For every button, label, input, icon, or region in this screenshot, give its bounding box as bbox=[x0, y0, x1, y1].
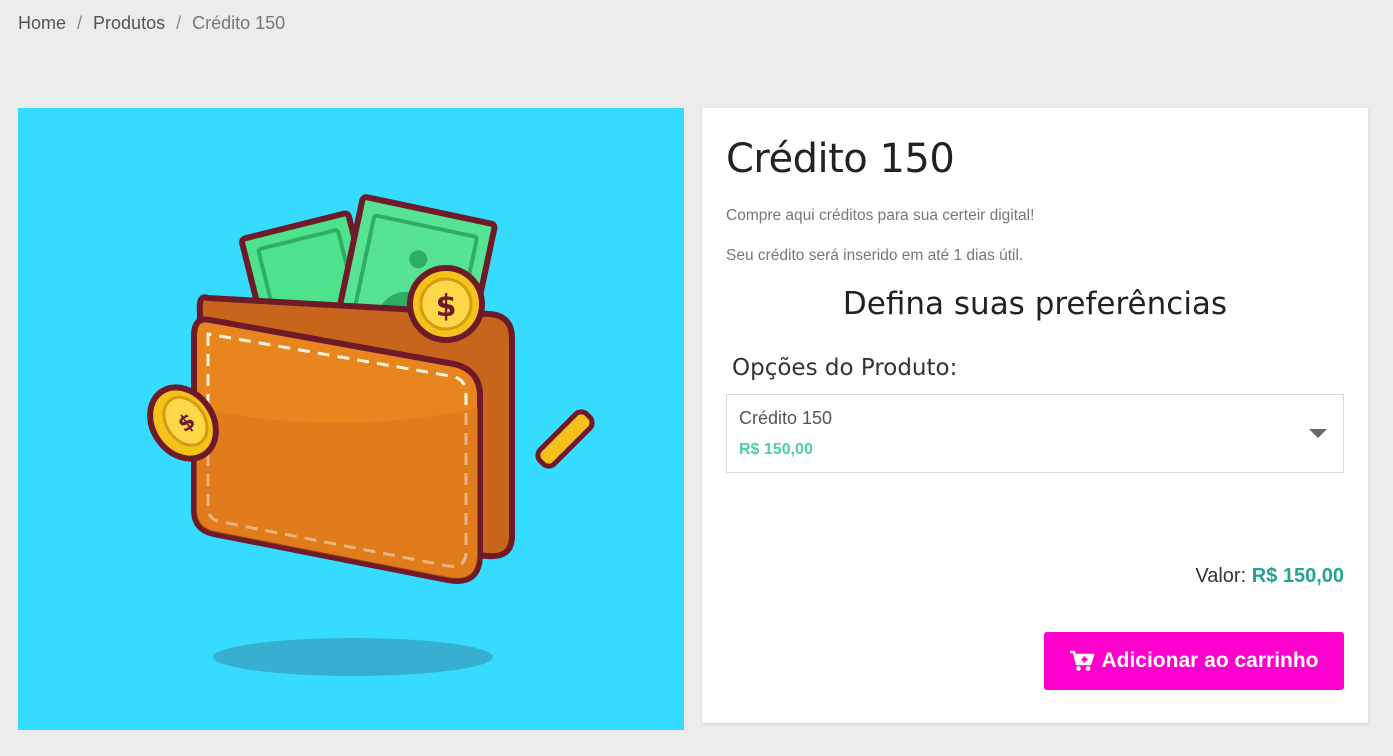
total-label: Valor: bbox=[1195, 565, 1247, 587]
total-value: Valor: R$ 150,00 bbox=[1195, 565, 1344, 588]
selected-option-price: R$ 150,00 bbox=[739, 441, 813, 458]
delivery-info: Seu crédito será inserido em até 1 dias … bbox=[726, 247, 1024, 264]
breadcrumb-separator: / bbox=[77, 13, 83, 33]
chevron-down-icon bbox=[1309, 429, 1327, 438]
product-options-label: Opções do Produto: bbox=[732, 355, 958, 381]
cart-plus-icon bbox=[1069, 650, 1095, 672]
product-title: Crédito 150 bbox=[726, 136, 955, 182]
product-description: Compre aqui créditos para sua certeir di… bbox=[726, 207, 1035, 224]
wallet-illustration-icon: $ $ $ bbox=[147, 194, 595, 676]
svg-text:$: $ bbox=[436, 289, 457, 324]
add-to-cart-button[interactable]: Adicionar ao carrinho bbox=[1044, 632, 1344, 690]
breadcrumb-home-link[interactable]: Home bbox=[18, 13, 66, 34]
product-details-panel: Crédito 150 Compre aqui créditos para su… bbox=[702, 108, 1368, 723]
breadcrumb-separator: / bbox=[176, 13, 182, 33]
preferences-heading: Defina suas preferências bbox=[842, 286, 1228, 322]
breadcrumb-products-link[interactable]: Produtos bbox=[93, 13, 165, 34]
product-option-select[interactable]: Crédito 150 R$ 150,00 bbox=[726, 394, 1344, 473]
product-image: $ $ $ bbox=[18, 108, 684, 730]
breadcrumb: Home / Produtos / Crédito 150 bbox=[18, 13, 285, 34]
add-to-cart-label: Adicionar ao carrinho bbox=[1101, 649, 1319, 672]
selected-option-name: Crédito 150 bbox=[739, 408, 833, 428]
breadcrumb-current: Crédito 150 bbox=[192, 13, 286, 33]
total-amount: R$ 150,00 bbox=[1251, 565, 1344, 587]
